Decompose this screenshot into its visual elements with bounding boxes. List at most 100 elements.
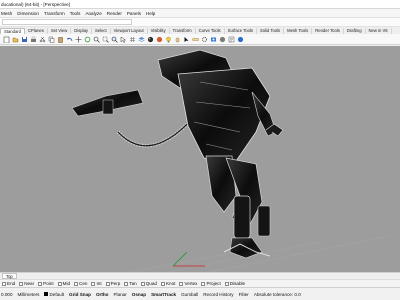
robot-model-render	[71, 49, 391, 272]
osnap-label: Knot	[165, 281, 176, 286]
menu-panels[interactable]: Panels	[127, 11, 141, 16]
grid-lines	[129, 235, 391, 272]
toggle-osnap[interactable]: Osnap	[132, 292, 146, 297]
status-toggles: Grid Snap Ortho Planar Osnap SmartTrack Gumba…	[69, 292, 254, 297]
render-sphere-icon[interactable]	[146, 35, 154, 43]
menu-dimension[interactable]: Dimension	[17, 11, 39, 16]
hand-icon[interactable]	[173, 35, 181, 43]
viewport-tabs: Top	[0, 272, 400, 279]
properties-icon[interactable]	[227, 35, 235, 43]
paste-icon[interactable]	[56, 35, 64, 43]
command-area	[0, 17, 400, 27]
rotate-icon[interactable]	[83, 35, 91, 43]
osnap-checkbox[interactable]	[160, 281, 165, 286]
toggle-filter[interactable]: Filter	[239, 292, 249, 297]
menu-analyze[interactable]: Analyze	[85, 11, 101, 16]
undo-icon[interactable]	[65, 35, 73, 43]
toolbar-tabs: Standard CPlanes Set View Display Select…	[0, 27, 400, 34]
osnap-label: Near	[24, 281, 35, 286]
osnap-checkbox[interactable]	[179, 281, 184, 286]
standard-toolbar	[0, 34, 400, 45]
osnap-label: Perp	[110, 281, 121, 286]
osnap-label: Disable	[229, 281, 246, 286]
shade-icon[interactable]	[218, 35, 226, 43]
osnap-tan[interactable]: Tan	[124, 281, 137, 286]
toggle-record-history[interactable]: Record History	[203, 292, 233, 297]
menu-transform[interactable]: Transform	[44, 11, 65, 16]
osnap-end[interactable]: End	[2, 281, 15, 286]
toggle-grid-snap[interactable]: Grid Snap	[69, 292, 91, 297]
settings-icon[interactable]	[200, 35, 208, 43]
osnap-perp[interactable]: Perp	[105, 281, 121, 286]
cursor-icon[interactable]	[182, 35, 190, 43]
command-input[interactable]	[2, 19, 132, 25]
osnap-checkbox[interactable]	[224, 281, 229, 286]
zoom-window-icon[interactable]	[101, 35, 109, 43]
osnap-int[interactable]: Int	[91, 281, 102, 286]
light-bulb-icon[interactable]	[164, 35, 172, 43]
osnap-label: Point	[43, 281, 54, 286]
toggle-ortho[interactable]: Ortho	[96, 292, 109, 297]
osnap-label: Mid	[62, 281, 71, 286]
coordinate-readout: 0.000	[1, 291, 13, 297]
toggle-smarttrack[interactable]: SmartTrack	[151, 292, 176, 297]
osnap-label: Vertex	[184, 281, 198, 286]
osnap-cen[interactable]: Cen	[74, 281, 87, 286]
zoom-extents-icon[interactable]	[110, 35, 118, 43]
print-icon[interactable]	[29, 35, 37, 43]
osnap-label: Project	[206, 281, 221, 286]
layer-icon[interactable]	[137, 35, 145, 43]
ruler-icon[interactable]	[191, 35, 199, 43]
toggle-gumball[interactable]: Gumball	[181, 292, 198, 297]
cut-icon[interactable]	[38, 35, 46, 43]
layer-color-swatch	[44, 292, 49, 296]
open-icon[interactable]	[11, 35, 19, 43]
osnap-disable[interactable]: Disable	[224, 281, 246, 286]
osnap-checkbox[interactable]	[2, 281, 6, 286]
osnap-checkbox[interactable]	[19, 281, 24, 286]
osnap-checkbox[interactable]	[57, 281, 62, 286]
perspective-viewport[interactable]	[0, 46, 400, 272]
menu-mesh[interactable]: Mesh	[1, 11, 12, 16]
osnap-quad[interactable]: Quad	[140, 281, 157, 286]
osnap-checkbox[interactable]	[140, 281, 145, 286]
osnap-point[interactable]: Point	[38, 281, 54, 286]
osnap-checkbox[interactable]	[201, 281, 206, 286]
osnap-knot[interactable]: Knot	[160, 281, 176, 286]
robot	[71, 49, 284, 259]
osnap-bar: End Near Point Mid Cen Int Perp Tan Quad Knot Vert…	[0, 279, 400, 287]
osnap-vertex[interactable]: Vertex	[179, 281, 197, 286]
save-icon[interactable]	[20, 35, 28, 43]
help-icon[interactable]	[236, 35, 244, 43]
osnap-project[interactable]: Project	[201, 281, 221, 286]
grid-icon[interactable]	[128, 35, 136, 43]
tolerance-field: Absolute tolerance: 0.0	[253, 291, 301, 297]
osnap-checkbox[interactable]	[74, 281, 79, 286]
osnap-checkbox[interactable]	[91, 281, 96, 286]
copy-icon[interactable]	[47, 35, 55, 43]
osnap-label: Cen	[79, 281, 88, 286]
menu-render[interactable]: Render	[107, 11, 122, 16]
osnap-label: Tan	[129, 281, 137, 286]
osnap-checkbox[interactable]	[38, 281, 43, 286]
zoom-icon[interactable]	[92, 35, 100, 43]
osnap-mid[interactable]: Mid	[57, 281, 71, 286]
layer-name: Default	[49, 291, 65, 297]
status-bar: 0.000 Millimeters Default Grid Snap Ortho…	[0, 287, 400, 300]
osnap-checkbox[interactable]	[124, 281, 129, 286]
pan-icon[interactable]	[74, 35, 82, 43]
new-file-icon[interactable]	[2, 35, 10, 43]
menu-tools[interactable]: Tools	[70, 11, 81, 16]
units-field[interactable]: Millimeters	[18, 292, 40, 297]
material-icon[interactable]	[155, 35, 163, 43]
osnap-label: Quad	[145, 281, 157, 286]
toggle-planar[interactable]: Planar	[113, 292, 126, 297]
render-preview-icon[interactable]	[209, 35, 217, 43]
menu-help[interactable]: Help	[146, 11, 155, 16]
menu-bar: Mesh Dimension Transform Tools Analyze R…	[0, 9, 400, 17]
osnap-label: End	[7, 281, 16, 286]
layer-field[interactable]: Default	[44, 292, 64, 297]
osnap-checkbox[interactable]	[105, 281, 110, 286]
osnap-near[interactable]: Near	[19, 281, 34, 286]
selection-icon[interactable]	[119, 35, 127, 43]
